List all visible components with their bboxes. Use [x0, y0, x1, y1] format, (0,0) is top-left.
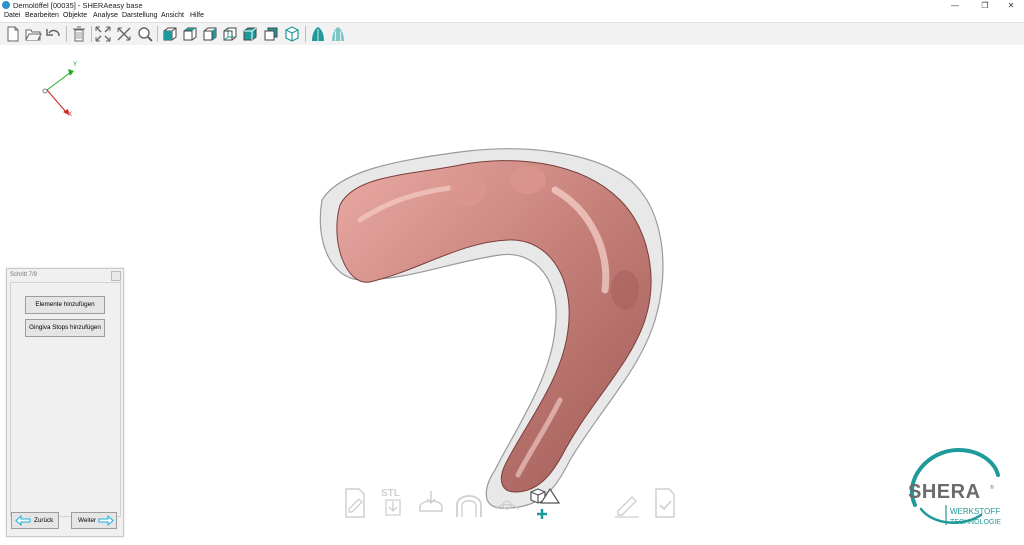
view-back-icon[interactable] [221, 25, 239, 43]
menu-darstellung[interactable]: Darstellung [122, 12, 157, 19]
tooth-solid-icon[interactable] [309, 25, 327, 43]
view-solid-icon[interactable] [241, 25, 259, 43]
logo-line1: WERKSTOFF [950, 507, 1000, 516]
magnifier-icon[interactable] [136, 25, 154, 43]
toolbar-separator [157, 26, 158, 42]
axis-x-label: X [68, 112, 73, 118]
zoom-all-icon[interactable] [115, 25, 133, 43]
new-file-icon[interactable] [4, 25, 22, 43]
trash-icon[interactable] [70, 25, 88, 43]
view-front-icon[interactable] [161, 25, 179, 43]
arrow-right-icon [98, 515, 114, 526]
step-add-elements-icon[interactable] [528, 485, 562, 521]
view-top-icon[interactable] [181, 25, 199, 43]
close-button[interactable]: ✕ [998, 0, 1024, 11]
step-stl-import-icon[interactable]: STL [378, 485, 408, 521]
toolbar-separator [66, 26, 67, 42]
wizard-panel: Schritt 7/9 Elemente hinzufügen Gingiva … [6, 268, 124, 537]
step-blockout-icon[interactable] [492, 485, 522, 521]
logo-line2: TECHNOLOGIE [950, 519, 1001, 526]
step-edit-sign-icon[interactable] [612, 485, 642, 521]
wizard-step-title: Schritt 7/9 [10, 272, 38, 278]
svg-text:®: ® [990, 484, 994, 491]
next-button[interactable]: Weiter [71, 512, 117, 529]
restore-button[interactable]: ❐ [972, 0, 998, 11]
tooth-transparent-icon[interactable] [329, 25, 347, 43]
dental-tray-model[interactable] [300, 130, 680, 520]
cube-wireframe-icon[interactable] [283, 25, 301, 43]
arrow-left-icon [15, 515, 31, 526]
menu-analyse[interactable]: Analyse [93, 12, 118, 19]
toolbar [0, 22, 1024, 46]
title-bar: Demolöffel [00035] - SHERAeasy base — ❐ … [0, 0, 1024, 11]
menu-datei[interactable]: Datei [4, 12, 20, 19]
toolbar-separator [305, 26, 306, 42]
add-gingiva-stops-button[interactable]: Gingiva Stops hinzufügen [25, 319, 105, 337]
shera-logo: SHERA ® WERKSTOFF TECHNOLOGIE [903, 445, 1018, 530]
back-label: Zurück [34, 517, 54, 524]
axis-gizmo: Y X [35, 62, 85, 122]
menu-ansicht[interactable]: Ansicht [161, 12, 184, 19]
undo-icon[interactable] [44, 25, 62, 43]
app-icon [2, 1, 10, 9]
step-document-icon[interactable] [340, 485, 370, 521]
logo-brand: SHERA [908, 481, 981, 503]
window-title: Demolöffel [00035] - SHERAeasy base [13, 1, 143, 10]
menu-bearbeiten[interactable]: Bearbeiten [25, 12, 59, 19]
next-label: Weiter [78, 517, 97, 524]
wizard-content [10, 282, 121, 517]
zoom-fit-icon[interactable] [94, 25, 112, 43]
back-button[interactable]: Zurück [11, 512, 59, 529]
view-iso-icon[interactable] [262, 25, 280, 43]
open-folder-icon[interactable] [24, 25, 42, 43]
menu-hilfe[interactable]: Hilfe [190, 12, 204, 19]
toolbar-separator [91, 26, 92, 42]
step-stl-label: STL [381, 488, 400, 499]
workflow-steps: STL [338, 485, 688, 525]
axis-y-label: Y [73, 62, 78, 68]
step-model-prep-icon[interactable] [416, 485, 446, 521]
add-elements-button[interactable]: Elemente hinzufügen [25, 296, 105, 314]
menu-objekte[interactable]: Objekte [63, 12, 87, 19]
step-arch-outline-icon[interactable] [454, 485, 484, 521]
minimize-button[interactable]: — [942, 0, 968, 11]
wizard-close-button[interactable] [111, 271, 121, 281]
view-side-icon[interactable] [201, 25, 219, 43]
menu-bar: Datei Bearbeiten Objekte Analyse Darstel… [0, 11, 1024, 22]
step-finish-check-icon[interactable] [650, 485, 680, 521]
